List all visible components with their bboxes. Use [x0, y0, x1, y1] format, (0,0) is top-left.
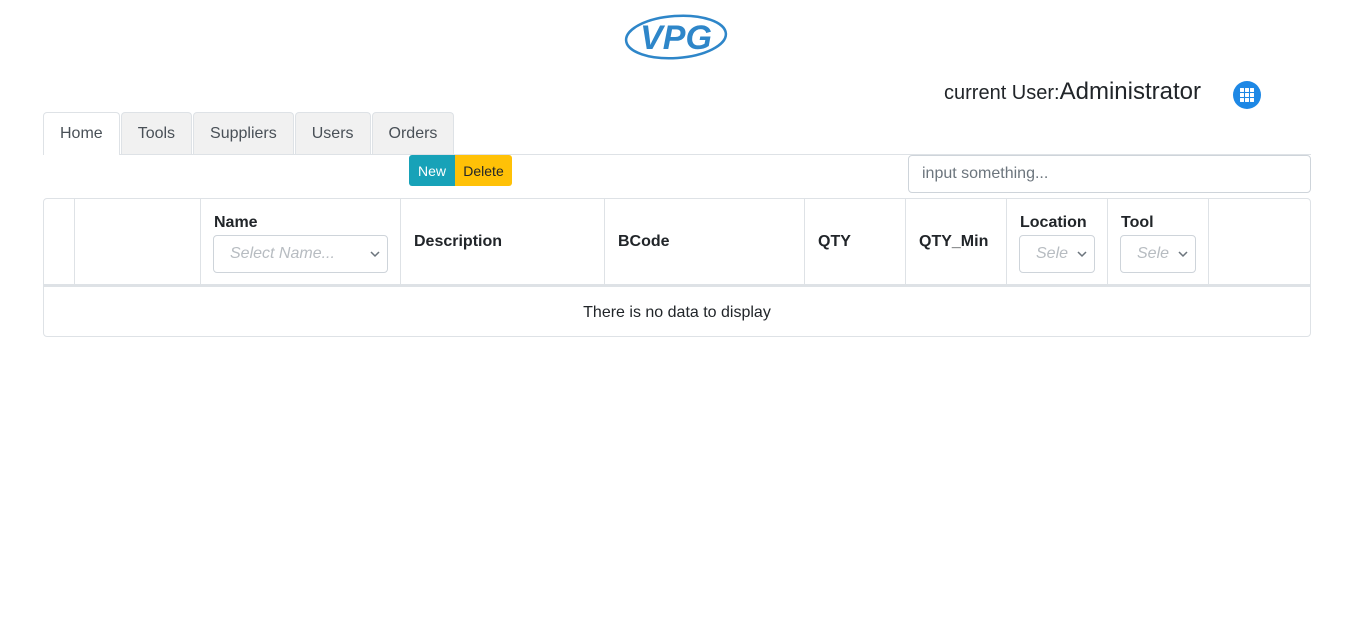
empty-table-message: There is no data to display	[583, 303, 771, 321]
grid-apps-icon	[1240, 88, 1254, 102]
current-user-prefix: current User:	[944, 82, 1060, 104]
column-label-bcode: BCode	[618, 233, 670, 250]
location-filter-placeholder: Sele	[1036, 245, 1069, 262]
search-input[interactable]	[908, 155, 1311, 193]
name-filter-select[interactable]: Select Name...	[213, 235, 388, 273]
column-label-tool: Tool	[1121, 214, 1154, 231]
actions-column-header	[75, 199, 201, 285]
new-button[interactable]: New	[409, 155, 455, 186]
location-filter-select[interactable]: Sele	[1019, 235, 1095, 273]
apps-grid-button[interactable]	[1233, 81, 1261, 109]
select-column-header[interactable]	[44, 199, 75, 285]
logo-text: VPG	[640, 19, 712, 57]
chevron-down-icon	[370, 251, 380, 258]
current-user-name: Administrator	[1059, 78, 1201, 105]
trailing-column-header	[1209, 199, 1310, 285]
tool-filter-placeholder: Sele	[1137, 245, 1170, 262]
data-table: Name Select Name... Description BCode QT…	[43, 198, 1311, 337]
column-header-bcode[interactable]: BCode	[605, 199, 805, 285]
column-header-tool: Tool Sele	[1108, 199, 1209, 285]
column-label-qty: QTY	[818, 233, 851, 250]
delete-button[interactable]: Delete	[455, 155, 512, 186]
column-header-location: Location Sele	[1007, 199, 1108, 285]
table-header: Name Select Name... Description BCode QT…	[44, 199, 1310, 287]
column-header-name: Name Select Name...	[201, 199, 401, 285]
nav-tabs: Home Tools Suppliers Users Orders	[43, 112, 455, 155]
current-user: current User: Administrator	[944, 78, 1201, 108]
column-label-qty-min: QTY_Min	[919, 233, 989, 250]
column-header-description[interactable]: Description	[401, 199, 605, 285]
column-header-qty-min[interactable]: QTY_Min	[906, 199, 1007, 285]
name-filter-placeholder: Select Name...	[230, 245, 335, 262]
chevron-down-icon	[1178, 251, 1188, 258]
column-label-name: Name	[214, 214, 258, 231]
tab-tools[interactable]: Tools	[120, 112, 193, 154]
chevron-down-icon	[1077, 251, 1087, 258]
tab-orders[interactable]: Orders	[371, 112, 455, 154]
column-label-location: Location	[1020, 214, 1087, 231]
vpg-logo: VPG	[624, 12, 730, 64]
tab-home[interactable]: Home	[43, 112, 120, 155]
tab-users[interactable]: Users	[294, 112, 371, 154]
tab-suppliers[interactable]: Suppliers	[193, 112, 294, 154]
tool-filter-select[interactable]: Sele	[1120, 235, 1196, 273]
column-header-qty[interactable]: QTY	[805, 199, 906, 285]
column-label-description: Description	[414, 233, 503, 250]
